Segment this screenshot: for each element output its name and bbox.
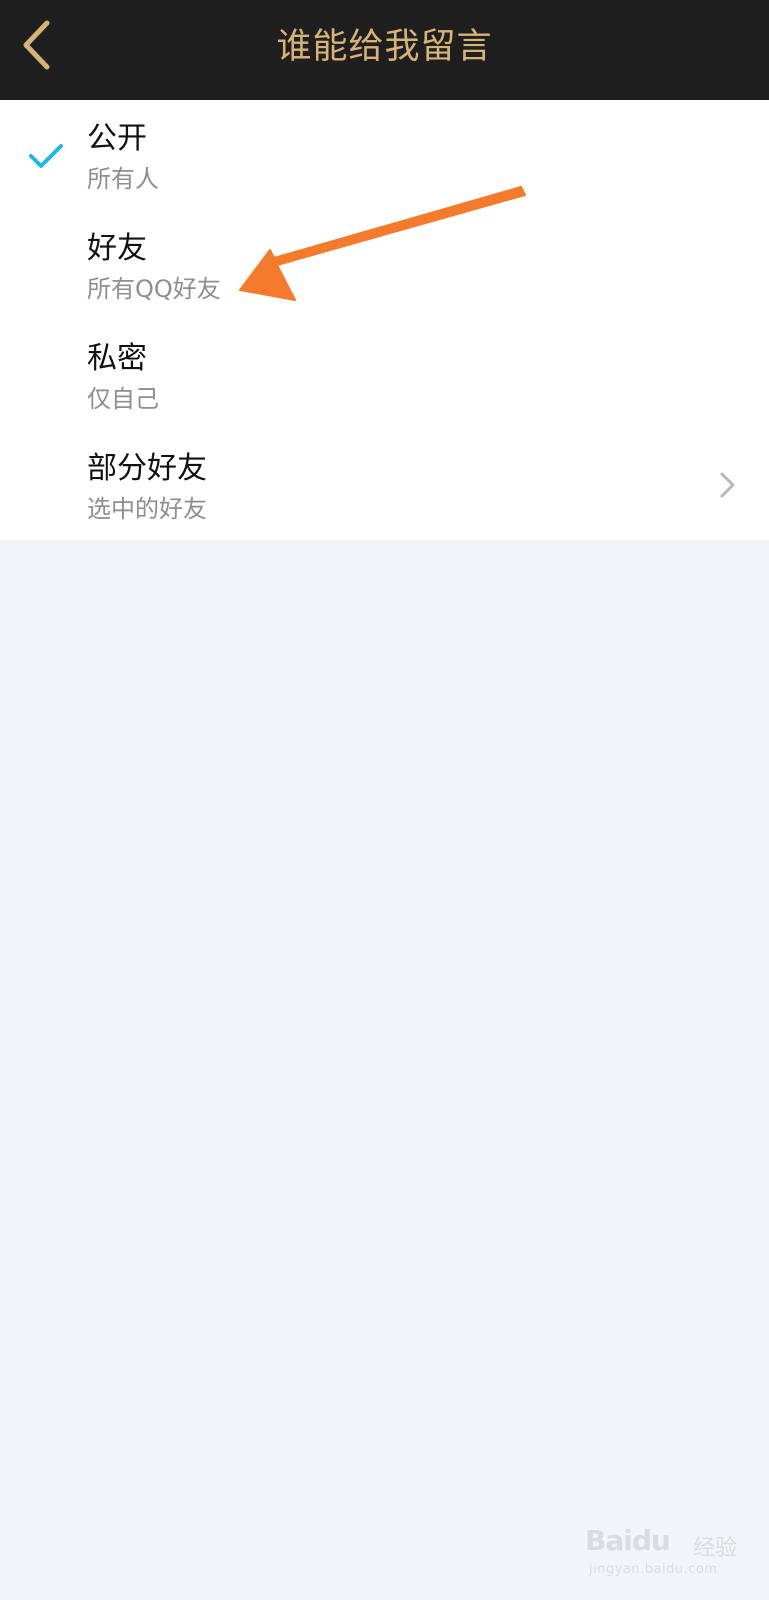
option-private[interactable]: 私密 仅自己 [0, 320, 769, 430]
option-public[interactable]: 公开 所有人 [0, 100, 769, 210]
watermark-url: jingyan.baidu.com [589, 1562, 718, 1577]
baidu-jingyan-watermark: Baidu 经验 jingyan.baidu.com [585, 1518, 745, 1582]
page-title: 谁能给我留言 [276, 27, 493, 67]
option-subtitle: 所有QQ好友 [87, 275, 221, 303]
nav-bar: 谁能给我留言 [0, 0, 769, 100]
option-subtitle: 仅自己 [87, 385, 159, 413]
option-some-friends[interactable]: 部分好友 选中的好友 [0, 430, 769, 540]
option-subtitle: 选中的好友 [87, 495, 207, 523]
back-button[interactable] [8, 14, 64, 76]
chevron-right-icon [720, 472, 735, 498]
option-title: 部分好友 [87, 451, 207, 486]
option-friends[interactable]: 好友 所有QQ好友 [0, 210, 769, 320]
option-title: 公开 [87, 121, 147, 156]
watermark-text: 经验 [693, 1536, 738, 1561]
chevron-left-icon [23, 20, 50, 70]
option-subtitle: 所有人 [87, 165, 159, 193]
option-title: 好友 [87, 231, 147, 266]
option-title: 私密 [87, 341, 147, 376]
permission-option-list: 公开 所有人 好友 所有QQ好友 私密 仅自己 部分好友 选中的好友 [0, 100, 769, 540]
watermark-logo: Baidu [585, 1524, 671, 1557]
checkmark-icon [29, 144, 63, 168]
